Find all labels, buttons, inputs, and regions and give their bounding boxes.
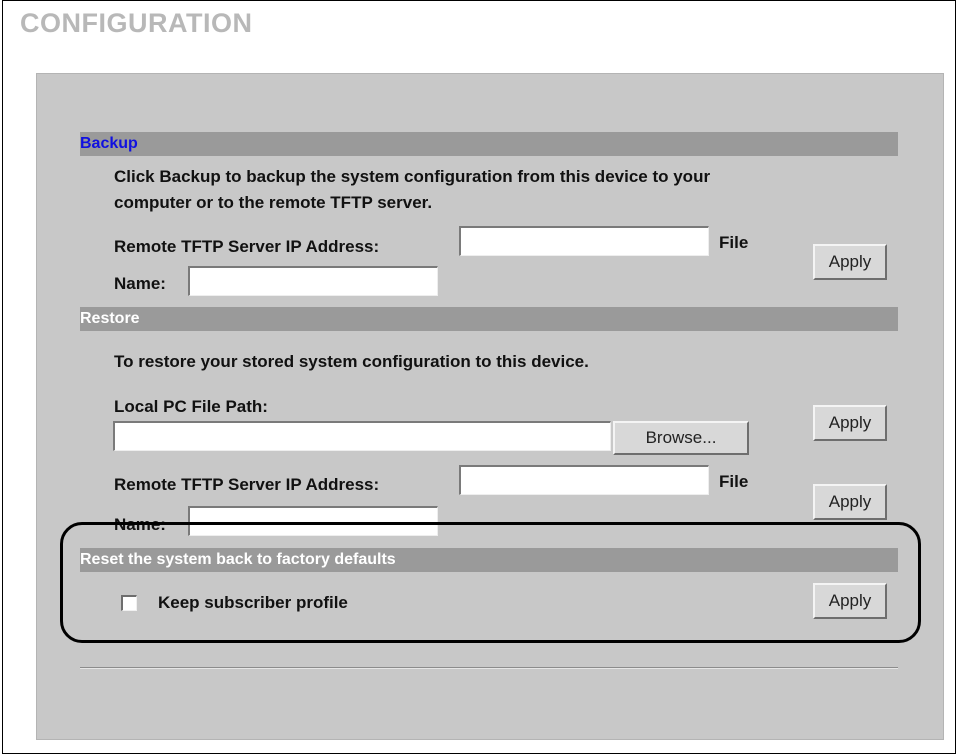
local-file-path-input[interactable]	[113, 421, 611, 451]
restore-description: To restore your stored system configurat…	[114, 352, 589, 371]
restore-file-label: File	[719, 472, 749, 491]
browse-button[interactable]: Browse...	[613, 421, 749, 455]
backup-description-line2: computer or to the remote TFTP server.	[114, 193, 433, 212]
restore-section-bar	[80, 307, 898, 331]
backup-name-label: Name:	[114, 274, 166, 293]
page-title: CONFIGURATION	[20, 8, 253, 38]
restore-local-apply-button[interactable]: Apply	[813, 405, 887, 441]
backup-file-label: File	[719, 233, 749, 252]
reset-highlight-outline	[60, 522, 921, 643]
backup-section-bar	[80, 132, 898, 156]
bottom-divider	[80, 667, 898, 669]
restore-heading: Restore	[80, 310, 140, 327]
local-path-label: Local PC File Path:	[114, 397, 268, 416]
backup-server-ip-input[interactable]	[459, 226, 709, 256]
backup-file-name-input[interactable]	[188, 266, 438, 296]
backup-heading: Backup	[80, 135, 138, 152]
restore-remote-apply-button[interactable]: Apply	[813, 484, 887, 520]
backup-description-line1: Click Backup to backup the system config…	[114, 167, 711, 186]
backup-server-label: Remote TFTP Server IP Address:	[114, 237, 380, 256]
restore-server-label: Remote TFTP Server IP Address:	[114, 475, 380, 494]
restore-server-ip-input[interactable]	[459, 465, 709, 495]
backup-apply-button[interactable]: Apply	[813, 244, 887, 280]
